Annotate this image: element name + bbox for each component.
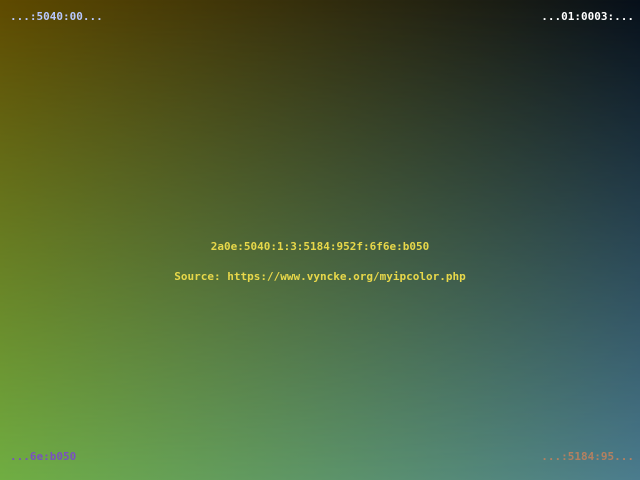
bottom-left-address-fragment: ...6e:b050 bbox=[10, 450, 77, 463]
top-right-address-fragment: ...01:0003:... bbox=[541, 10, 634, 23]
source-url-text: Source: https://www.vyncke.org/myipcolor… bbox=[174, 270, 466, 283]
bottom-right-address-fragment: ...:5184:95... bbox=[541, 450, 634, 463]
ip-address-text: 2a0e:5040:1:3:5184:952f:6f6e:b050 bbox=[210, 240, 430, 253]
top-left-address-fragment: ...:5040:00... bbox=[10, 10, 103, 23]
